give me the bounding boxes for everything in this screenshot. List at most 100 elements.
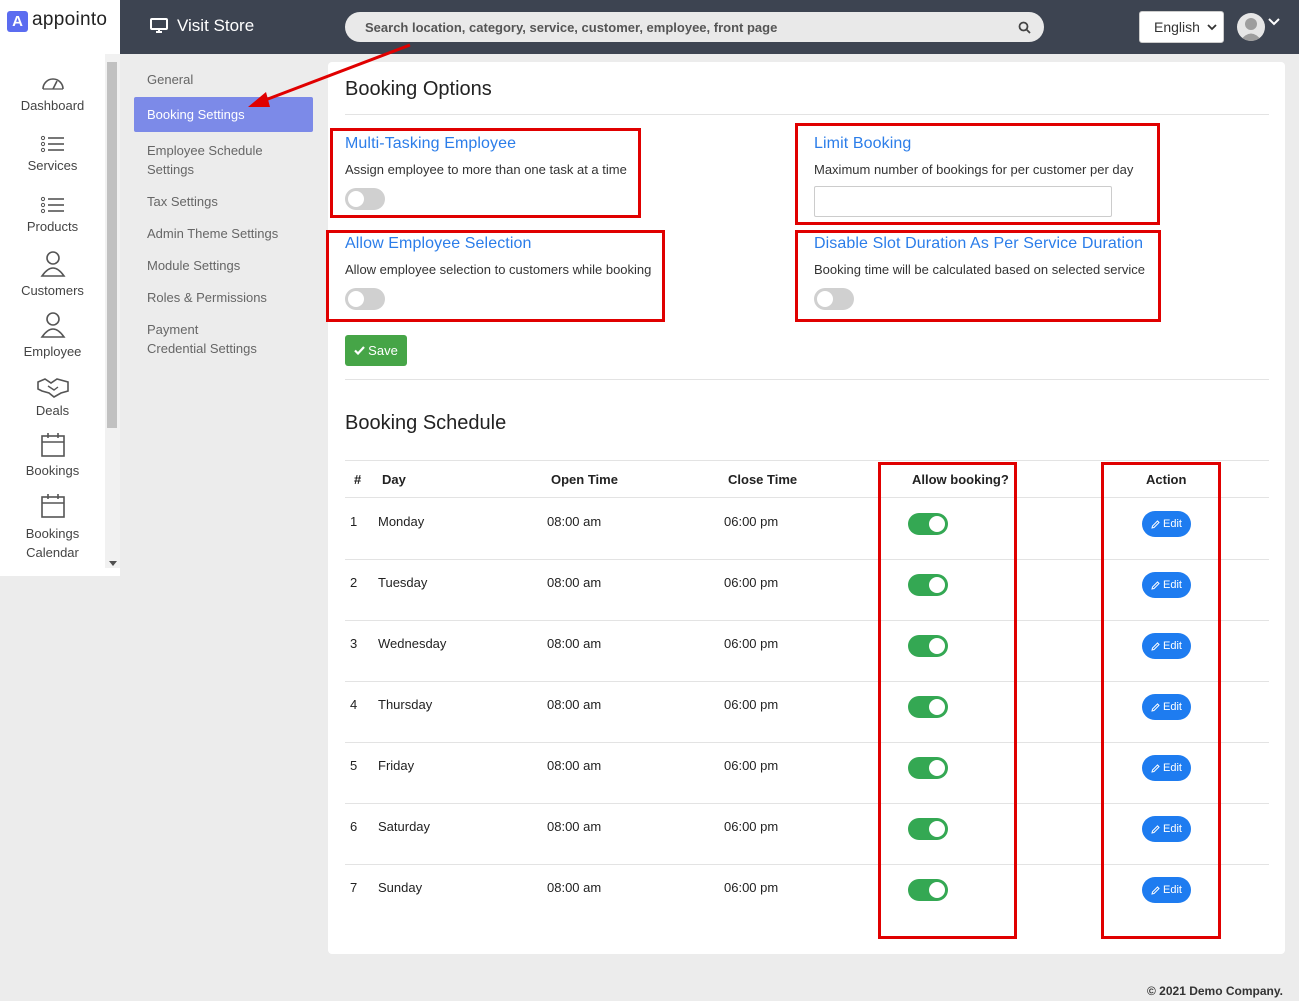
row-close-time: 06:00 pm <box>724 636 779 651</box>
sidebar-item-label: Bookings Calendar <box>25 526 80 560</box>
settings-menu-employee-schedule[interactable]: Employee Schedule Settings <box>134 133 313 187</box>
table-row: 7 Sunday 08:00 am 06:00 pm Edit <box>345 865 1269 926</box>
disable-slot-desc: Booking time will be calculated based on… <box>814 262 1145 277</box>
settings-menu-payment-credential[interactable]: Payment Credential Settings <box>134 312 274 366</box>
language-select[interactable]: English <box>1139 11 1224 43</box>
col-allow-booking: Allow booking? <box>912 472 1009 487</box>
edit-button[interactable]: Edit <box>1142 816 1191 842</box>
settings-menu-tax[interactable]: Tax Settings <box>134 184 313 219</box>
booking-schedule-title: Booking Schedule <box>345 412 507 434</box>
edit-label: Edit <box>1163 701 1182 713</box>
search-input[interactable] <box>365 19 1018 35</box>
visit-store-link[interactable]: Visit Store <box>150 16 254 36</box>
allow-booking-toggle-wrap <box>908 818 948 840</box>
search-bar[interactable] <box>345 12 1044 42</box>
edit-button[interactable]: Edit <box>1142 633 1191 659</box>
row-close-time: 06:00 pm <box>724 880 779 895</box>
main-sidebar: Dashboard Services Products Customers Em… <box>0 54 120 576</box>
allow-booking-toggle[interactable] <box>908 818 948 840</box>
visit-store-label: Visit Store <box>177 16 255 35</box>
edit-label: Edit <box>1163 762 1182 774</box>
edit-button[interactable]: Edit <box>1142 511 1191 537</box>
scroll-down-arrow-icon[interactable] <box>109 561 117 566</box>
logo[interactable]: A appointo <box>0 0 120 54</box>
logo-icon: A <box>7 11 28 32</box>
edit-button[interactable]: Edit <box>1142 755 1191 781</box>
edit-label: Edit <box>1163 823 1182 835</box>
allow-booking-toggle[interactable] <box>908 574 948 596</box>
settings-menu-admin-theme[interactable]: Admin Theme Settings <box>134 216 313 251</box>
row-open-time: 08:00 am <box>547 819 602 834</box>
schedule-table-header: # Day Open Time Close Time Allow booking… <box>345 460 1269 498</box>
avatar[interactable] <box>1237 13 1265 41</box>
row-num: 7 <box>350 880 358 895</box>
chevron-down-icon[interactable] <box>1268 18 1280 26</box>
annotation-arrow <box>248 43 411 107</box>
footer: © 2021 Demo Company. <box>1147 984 1283 998</box>
sidebar-scrollbar[interactable] <box>105 54 120 568</box>
row-num: 1 <box>350 514 358 529</box>
allow-booking-toggle[interactable] <box>908 757 948 779</box>
edit-label: Edit <box>1163 518 1182 530</box>
sidebar-item-dashboard[interactable]: Dashboard <box>0 73 105 113</box>
edit-button[interactable]: Edit <box>1142 572 1191 598</box>
sidebar-item-deals[interactable]: Deals <box>0 376 105 418</box>
row-open-time: 08:00 am <box>547 697 602 712</box>
row-open-time: 08:00 am <box>547 636 602 651</box>
allow-booking-toggle[interactable] <box>908 513 948 535</box>
row-open-time: 08:00 am <box>547 880 602 895</box>
table-row: 6 Saturday 08:00 am 06:00 pm Edit <box>345 804 1269 865</box>
sidebar-item-products[interactable]: Products <box>0 196 105 234</box>
disable-slot-toggle[interactable] <box>814 288 854 310</box>
scrollbar-thumb[interactable] <box>107 62 117 428</box>
sidebar-item-employee[interactable]: Employee <box>0 311 105 359</box>
list-icon <box>40 135 64 153</box>
search-icon[interactable] <box>1018 21 1031 34</box>
settings-menu-module[interactable]: Module Settings <box>134 248 313 283</box>
top-bar: A appointo Visit Store English <box>0 0 1299 54</box>
row-num: 2 <box>350 575 358 590</box>
employee-selection-desc: Allow employee selection to customers wh… <box>345 262 652 277</box>
logo-text: appointo <box>32 9 108 30</box>
save-button[interactable]: Save <box>345 335 407 366</box>
multi-tasking-desc: Assign employee to more than one task at… <box>345 162 627 177</box>
sidebar-item-label: Bookings <box>25 463 80 478</box>
table-row: 2 Tuesday 08:00 am 06:00 pm Edit <box>345 560 1269 621</box>
limit-booking-desc: Maximum number of bookings for per custo… <box>814 162 1134 177</box>
sidebar-item-services[interactable]: Services <box>0 135 105 173</box>
allow-booking-toggle-wrap <box>908 696 948 718</box>
allow-booking-toggle-wrap <box>908 574 948 596</box>
row-day: Saturday <box>378 819 431 834</box>
allow-booking-toggle[interactable] <box>908 696 948 718</box>
employee-selection-toggle[interactable] <box>345 288 385 310</box>
multi-tasking-toggle[interactable] <box>345 188 385 210</box>
sidebar-item-bookings-calendar[interactable]: Bookings Calendar <box>0 493 105 562</box>
row-close-time: 06:00 pm <box>724 514 779 529</box>
allow-booking-toggle[interactable] <box>908 635 948 657</box>
sidebar-item-bookings[interactable]: Bookings <box>0 432 105 478</box>
row-num: 4 <box>350 697 358 712</box>
edit-label: Edit <box>1163 884 1182 896</box>
table-row: 3 Wednesday 08:00 am 06:00 pm Edit <box>345 621 1269 682</box>
settings-menu-roles-permissions[interactable]: Roles & Permissions <box>134 280 313 315</box>
row-close-time: 06:00 pm <box>724 697 779 712</box>
edit-button[interactable]: Edit <box>1142 877 1191 903</box>
allow-booking-toggle[interactable] <box>908 879 948 901</box>
pencil-icon <box>1151 580 1160 590</box>
pencil-icon <box>1151 824 1160 834</box>
row-num: 3 <box>350 636 358 651</box>
row-close-time: 06:00 pm <box>724 819 779 834</box>
row-open-time: 08:00 am <box>547 758 602 773</box>
sidebar-item-label: Products <box>26 219 79 234</box>
limit-booking-title: Limit Booking <box>814 135 912 152</box>
pencil-icon <box>1151 702 1160 712</box>
row-num: 5 <box>350 758 358 773</box>
dashboard-gauge-icon <box>41 78 64 90</box>
sidebar-item-customers[interactable]: Customers <box>0 250 105 298</box>
edit-button[interactable]: Edit <box>1142 694 1191 720</box>
user-icon <box>39 312 66 338</box>
row-day: Wednesday <box>378 636 447 651</box>
row-open-time: 08:00 am <box>547 514 602 529</box>
row-day: Monday <box>378 514 425 529</box>
limit-booking-input[interactable] <box>814 186 1112 217</box>
